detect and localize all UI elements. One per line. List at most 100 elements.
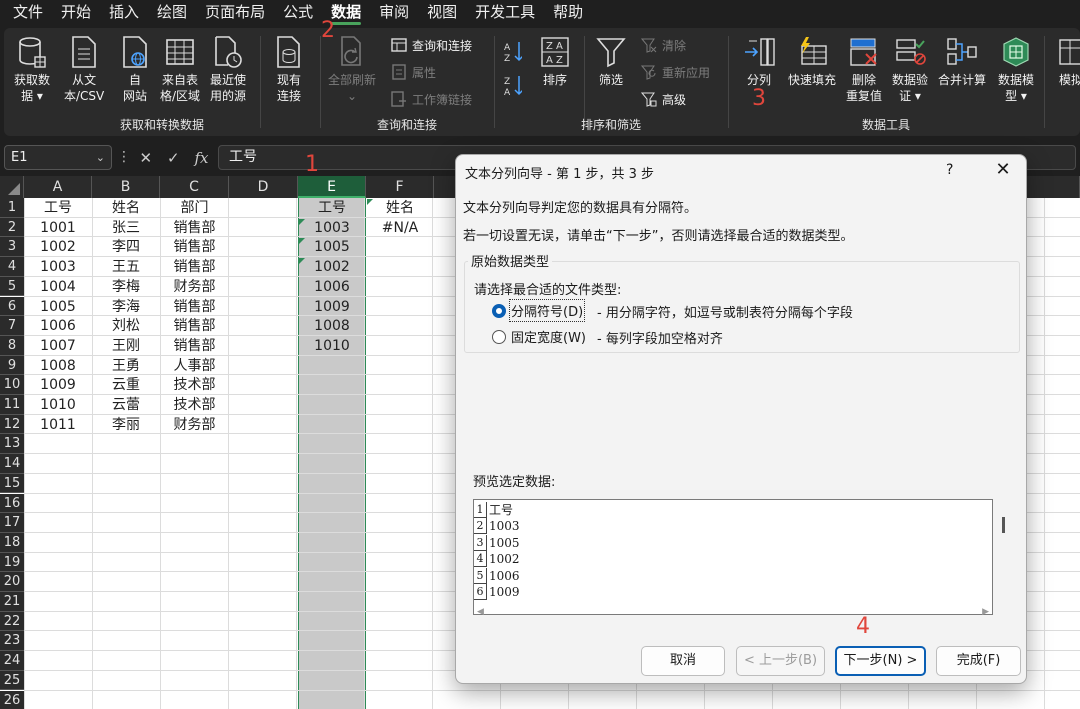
whatif-button[interactable]: 模拟 (1054, 34, 1080, 88)
cell-a9[interactable]: 1008 (24, 356, 92, 376)
row-header-14[interactable]: 14 (0, 454, 24, 474)
chevron-down-icon[interactable]: ⌄ (96, 146, 105, 169)
cell-f2[interactable]: #N/A (366, 218, 434, 238)
cell-e3[interactable]: 1005 (298, 237, 366, 257)
finish-button[interactable]: 完成(F) (936, 646, 1021, 676)
row-header-3[interactable]: 3 (0, 237, 24, 258)
row-header-6[interactable]: 6 (0, 296, 24, 317)
data-model-button[interactable]: 数据模 型 ▾ (998, 34, 1034, 104)
column-header-d[interactable]: D (229, 176, 298, 198)
cell-f1[interactable]: 姓名 (366, 198, 434, 218)
row-header-15[interactable]: 15 (0, 473, 24, 494)
scroll-left-icon[interactable]: ◀ (477, 607, 484, 617)
cell-c8[interactable]: 销售部 (160, 336, 229, 356)
menu-item-0[interactable]: 文件 (4, 0, 52, 26)
advanced-filter-button[interactable]: 高级 (640, 88, 686, 110)
cell-b5[interactable]: 李梅 (92, 277, 160, 297)
row-header-13[interactable]: 13 (0, 434, 24, 455)
row-header-19[interactable]: 19 (0, 552, 24, 573)
select-all-corner[interactable] (0, 176, 24, 198)
cell-b9[interactable]: 王勇 (92, 356, 160, 376)
cell-c11[interactable]: 技术部 (160, 395, 229, 415)
cell-a6[interactable]: 1005 (24, 297, 92, 317)
delimited-radio[interactable] (492, 303, 506, 318)
sort-descending-button[interactable]: ZA (504, 74, 526, 96)
cell-a1[interactable]: 工号 (24, 198, 92, 218)
delimited-label[interactable]: 分隔符号(D) (508, 299, 586, 322)
from-text-csv-button[interactable]: 从文 本/CSV (64, 34, 104, 104)
fixed-width-radio[interactable] (492, 329, 506, 344)
menu-item-8[interactable]: 视图 (418, 0, 466, 26)
cell-c5[interactable]: 财务部 (160, 277, 229, 297)
row-header-21[interactable]: 21 (0, 592, 24, 612)
column-header-f[interactable]: F (366, 176, 434, 198)
help-icon[interactable]: ? (946, 162, 953, 178)
cell-b10[interactable]: 云重 (92, 375, 160, 395)
row-header-26[interactable]: 26 (0, 690, 24, 709)
cell-e8[interactable]: 1010 (298, 336, 366, 356)
row-header-5[interactable]: 5 (0, 276, 24, 297)
preview-vertical-scrollbar[interactable] (1002, 517, 1005, 533)
sort-button[interactable]: Z A A Z 排序 (538, 34, 572, 88)
cell-b7[interactable]: 刘松 (92, 316, 160, 336)
row-header-9[interactable]: 9 (0, 355, 24, 376)
cell-e5[interactable]: 1006 (298, 277, 366, 297)
menu-item-10[interactable]: 帮助 (544, 0, 592, 26)
row-header-18[interactable]: 18 (0, 532, 24, 553)
row-header-16[interactable]: 16 (0, 493, 24, 514)
flash-fill-button[interactable]: 快速填充 (788, 34, 836, 88)
data-validation-button[interactable]: 数据验 证 ▾ (892, 34, 928, 104)
fixed-width-option[interactable]: 固定宽度(W) (492, 327, 586, 346)
cell-a5[interactable]: 1004 (24, 277, 92, 297)
cell-e2[interactable]: 1003 (298, 218, 366, 238)
clear-filter-button[interactable]: 清除 (640, 34, 686, 56)
from-web-button[interactable]: 自 网站 (118, 34, 152, 104)
row-header-23[interactable]: 23 (0, 631, 24, 652)
row-header-17[interactable]: 17 (0, 513, 24, 533)
cell-a10[interactable]: 1009 (24, 375, 92, 395)
preview-horizontal-scrollbar[interactable]: ◀ ▶ (473, 605, 993, 619)
get-data-button[interactable]: 获取数 据 ▾ (14, 34, 50, 104)
row-header-24[interactable]: 24 (0, 651, 24, 671)
cell-a12[interactable]: 1011 (24, 415, 92, 435)
cell-a4[interactable]: 1003 (24, 257, 92, 277)
name-box[interactable]: E1 ⌄ (4, 145, 112, 170)
menu-item-1[interactable]: 开始 (52, 0, 100, 26)
cell-c10[interactable]: 技术部 (160, 375, 229, 395)
cell-c3[interactable]: 销售部 (160, 237, 229, 257)
row-header-2[interactable]: 2 (0, 217, 24, 238)
remove-duplicates-button[interactable]: 删除 重复值 (846, 34, 882, 104)
row-header-11[interactable]: 11 (0, 395, 24, 415)
menu-item-5[interactable]: 公式 (274, 0, 322, 26)
row-header-25[interactable]: 25 (0, 670, 24, 691)
cell-a8[interactable]: 1007 (24, 336, 92, 356)
cell-b11[interactable]: 云蕾 (92, 395, 160, 415)
cell-b8[interactable]: 王刚 (92, 336, 160, 356)
cell-c9[interactable]: 人事部 (160, 356, 229, 376)
column-header-e[interactable]: E (298, 176, 366, 198)
cancel-entry-icon[interactable]: ✕ (139, 149, 152, 167)
cell-e4[interactable]: 1002 (298, 257, 366, 277)
edit-links-button[interactable]: 工作簿链接 (390, 88, 472, 110)
row-header-10[interactable]: 10 (0, 375, 24, 395)
cell-b1[interactable]: 姓名 (92, 198, 160, 218)
cell-c6[interactable]: 销售部 (160, 297, 229, 317)
confirm-entry-icon[interactable]: ✓ (167, 149, 180, 167)
from-table-button[interactable]: 来自表 格/区域 (160, 34, 200, 104)
delimited-option[interactable]: 分隔符号(D) (492, 299, 586, 322)
recent-sources-button[interactable]: 最近使 用的源 (210, 34, 246, 104)
cell-b4[interactable]: 王五 (92, 257, 160, 277)
close-icon[interactable]: ✕ (990, 159, 1016, 183)
cell-a2[interactable]: 1001 (24, 218, 92, 238)
menu-item-3[interactable]: 绘图 (148, 0, 196, 26)
row-header-22[interactable]: 22 (0, 611, 24, 632)
cancel-button[interactable]: 取消 (641, 646, 725, 676)
cell-c7[interactable]: 销售部 (160, 316, 229, 336)
scroll-right-icon[interactable]: ▶ (982, 607, 989, 617)
cell-c1[interactable]: 部门 (160, 198, 229, 218)
fixed-width-label[interactable]: 固定宽度(W) (511, 327, 586, 346)
row-header-12[interactable]: 12 (0, 414, 24, 435)
menu-item-2[interactable]: 插入 (100, 0, 148, 26)
cell-a7[interactable]: 1006 (24, 316, 92, 336)
row-header-8[interactable]: 8 (0, 335, 24, 356)
